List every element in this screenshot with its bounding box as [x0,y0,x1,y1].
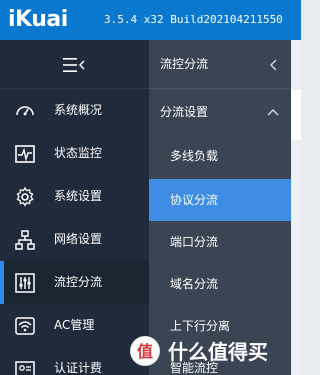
sidebar-item-label: 系统概况 [54,103,103,117]
submenu-item-label: 端口分流 [170,235,219,249]
wifi-icon [15,317,35,335]
menu-collapse-icon[interactable] [63,58,85,72]
chevron-left-icon[interactable] [269,58,279,72]
submenu-panel: 流控分流 分流设置 多线负载 协议分流 端口分流 域名分流 上下行分离 智能流控 [149,40,291,375]
gear-icon [16,186,34,207]
submenu-item-protocol-split[interactable]: 协议分流 [149,179,291,221]
watermark-text: 什么值得买 [168,340,268,364]
watermark: 值 什么值得买 [126,334,296,370]
sidebar-item-label: 状态监控 [54,146,103,160]
submenu-item-label: 域名分流 [170,277,219,291]
top-header: iKuai 3.5.4 x32 Build202104211550 [0,0,301,40]
submenu-header: 流控分流 [149,40,291,89]
sidebar-toggle[interactable] [0,40,149,89]
submenu-group-label: 分流设置 [160,105,209,119]
submenu-item-multiline-load[interactable]: 多线负载 [149,135,291,177]
zhide-logo-icon: 值 [130,336,160,366]
sidebar-item-network-settings[interactable]: 网络设置 [0,218,149,261]
sidebar-item-label: 认证计费 [54,361,103,375]
submenu-item-domain-split[interactable]: 域名分流 [149,263,291,305]
network-tree-icon [15,230,35,250]
chevron-up-icon [267,108,279,116]
sidebar-item-label: 系统设置 [54,189,103,203]
svg-text:值: 值 [137,342,153,361]
sidebar-item-label: AC管理 [54,318,95,332]
submenu-item-port-split[interactable]: 端口分流 [149,221,291,263]
submenu-item-label: 多线负载 [170,149,219,163]
id-card-icon [15,361,35,375]
left-sidebar: 系统概况 状态监控 系统设置 网络设置 流控分流 AC管理 认证计费 [0,40,149,375]
pulse-monitor-icon [15,145,35,163]
sidebar-item-status-monitor[interactable]: 状态监控 [0,132,149,175]
active-indicator [0,261,4,304]
sidebar-item-label: 流控分流 [54,275,103,289]
submenu-item-label: 协议分流 [170,193,219,207]
submenu-group-header[interactable]: 分流设置 [149,90,291,134]
sidebar-item-traffic-control[interactable]: 流控分流 [0,261,149,304]
sidebar-item-label: 网络设置 [54,232,103,246]
sliders-icon [15,273,35,293]
submenu-title: 流控分流 [160,57,209,71]
content-area-highlight [291,90,301,140]
sidebar-item-system-overview[interactable]: 系统概况 [0,89,149,132]
version-text: 3.5.4 x32 Build202104211550 [104,13,283,26]
ikuai-logo[interactable]: iKuai [8,6,68,34]
sidebar-item-system-settings[interactable]: 系统设置 [0,175,149,218]
dashboard-icon [16,106,34,116]
